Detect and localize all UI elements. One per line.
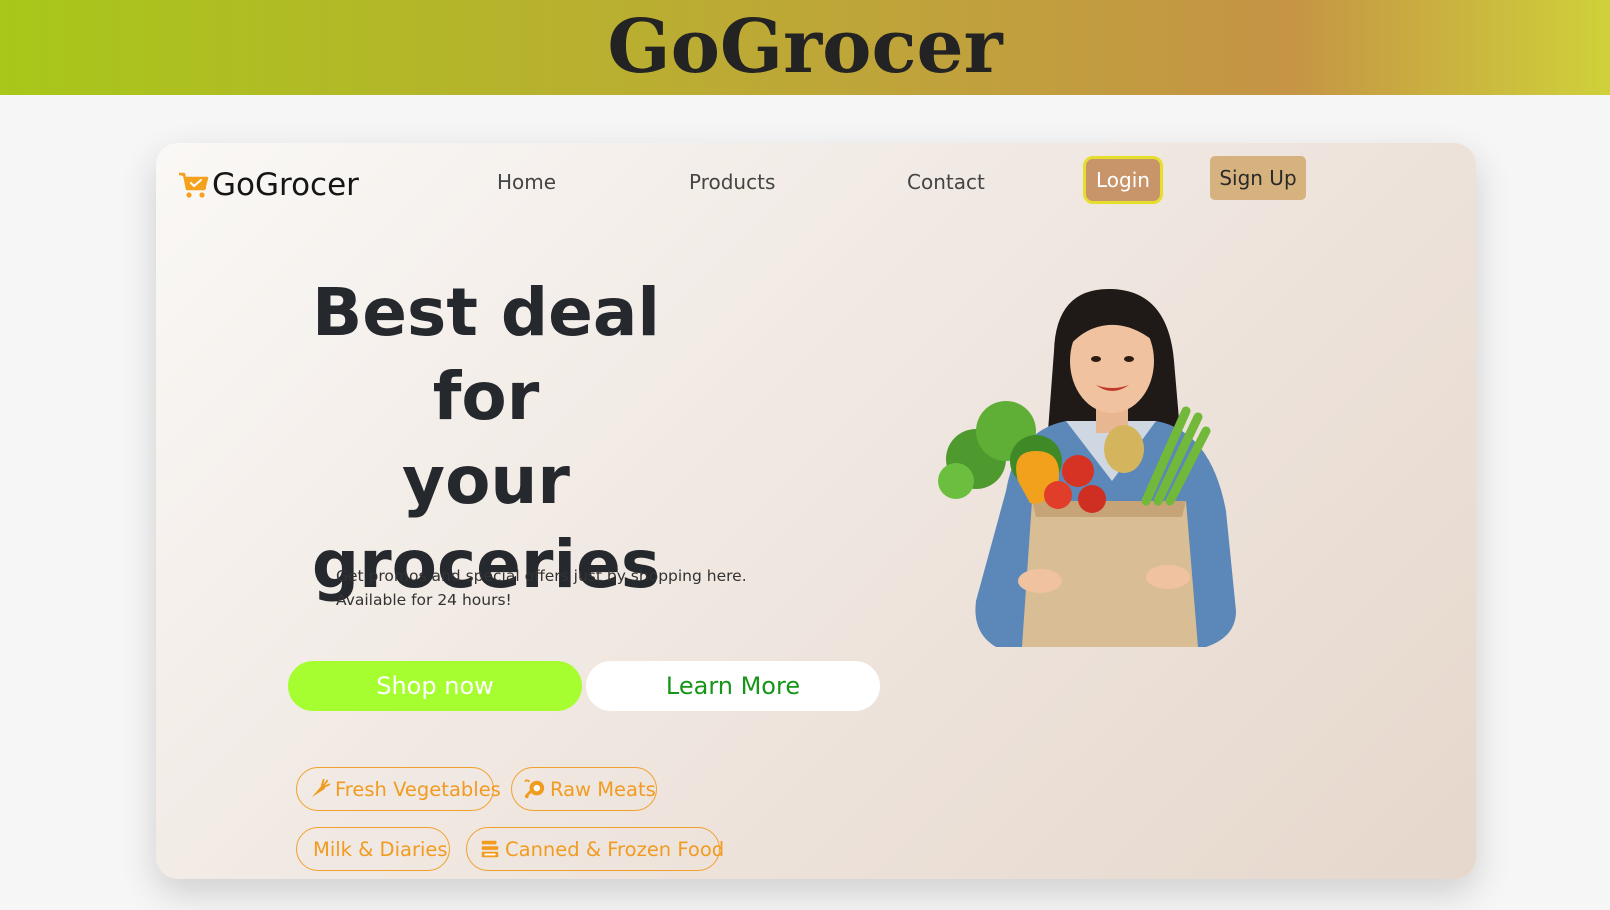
hero-subtitle-line: Get promos and special offers just by sh… bbox=[336, 567, 747, 585]
category-pill-raw-meats[interactable]: Raw Meats bbox=[511, 767, 657, 811]
nav-link-products[interactable]: Products bbox=[689, 170, 775, 194]
banner-title: GoGrocer bbox=[607, 3, 1003, 90]
category-pill-canned-frozen-food[interactable]: Canned & Frozen Food bbox=[466, 827, 724, 871]
signup-button[interactable]: Sign Up bbox=[1210, 156, 1306, 200]
logo[interactable]: GoGrocer bbox=[178, 165, 359, 205]
login-button[interactable]: Login bbox=[1083, 156, 1163, 204]
drumstick-icon bbox=[524, 779, 545, 799]
logo-text: GoGrocer bbox=[212, 167, 359, 203]
category-pill-fresh-vegetables[interactable]: Fresh Vegetables bbox=[296, 767, 501, 811]
hero-subtitle: Get promos and special offers just by sh… bbox=[336, 564, 756, 612]
hero-subtitle-line: Available for 24 hours! bbox=[336, 591, 512, 609]
nav-link-contact[interactable]: Contact bbox=[907, 170, 985, 194]
hero-title-line: your bbox=[402, 442, 570, 519]
category-label: Fresh Vegetables bbox=[335, 777, 501, 801]
learn-more-button[interactable]: Learn More bbox=[586, 661, 880, 711]
hero-title-line: Best deal for bbox=[311, 274, 661, 435]
nav-link-home[interactable]: Home bbox=[497, 170, 556, 194]
shopping-cart-icon bbox=[179, 172, 209, 198]
category-label: Raw Meats bbox=[550, 777, 656, 801]
canned-food-icon bbox=[481, 840, 499, 858]
hero-card: GoGrocer Home Products Contact Login Sig… bbox=[156, 143, 1476, 879]
carrot-icon bbox=[311, 778, 331, 798]
shop-now-button[interactable]: Shop now bbox=[288, 661, 582, 711]
category-label: Canned & Frozen Food bbox=[505, 837, 725, 861]
category-pill-milk-diaries[interactable]: Milk & Diaries bbox=[296, 827, 450, 871]
hero-image bbox=[938, 288, 1236, 647]
top-banner: GoGrocer bbox=[0, 0, 1610, 95]
hero-title: Best deal for your groceries bbox=[276, 271, 696, 607]
category-label: Milk & Diaries bbox=[313, 837, 448, 861]
